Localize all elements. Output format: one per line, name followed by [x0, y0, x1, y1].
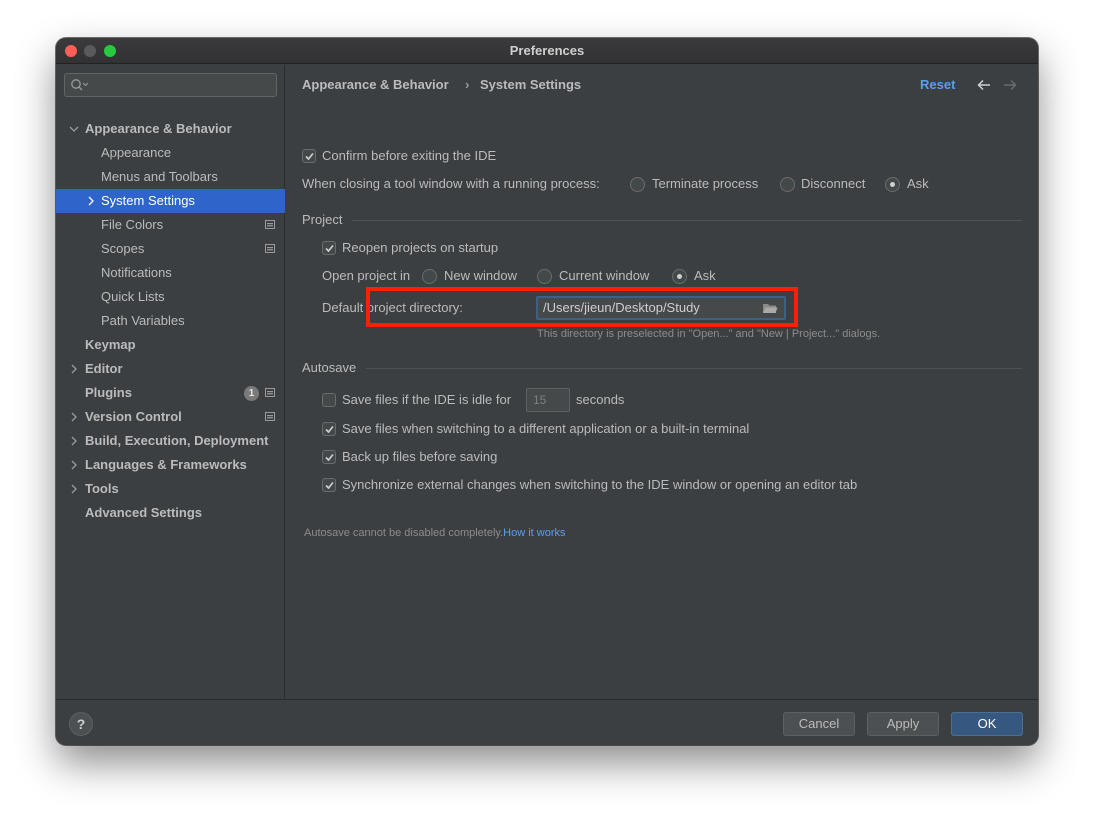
- sidebar-item-build-execution-deployment[interactable]: Build, Execution, Deployment: [56, 429, 285, 453]
- sidebar-item-plugins[interactable]: Plugins 1: [56, 381, 285, 405]
- sidebar-item-keymap[interactable]: Keymap: [56, 333, 285, 357]
- close-window-button[interactable]: [65, 45, 77, 57]
- cancel-button[interactable]: Cancel: [783, 712, 855, 736]
- seconds-label: seconds: [576, 392, 625, 407]
- how-it-works-link[interactable]: How it works: [503, 527, 565, 539]
- open-project-in-label: Open project in: [322, 268, 411, 283]
- preferences-window: Preferences Appearance & Behavior Appear…: [56, 38, 1038, 745]
- confirm-exit-label: Confirm before exiting the IDE: [322, 148, 497, 163]
- radio-ask-closing-label: Ask: [907, 176, 929, 191]
- save-switching-label: Save files when switching to a different…: [342, 421, 750, 436]
- reopen-projects-label: Reopen projects on startup: [342, 240, 499, 255]
- checkmark-icon: [325, 453, 334, 462]
- project-separator: [352, 220, 1022, 221]
- radio-new-window-label: New window: [444, 268, 517, 283]
- breadcrumb-separator: ›: [465, 77, 470, 92]
- sidebar-item-notifications[interactable]: Notifications: [56, 261, 285, 285]
- reopen-projects-checkbox[interactable]: [322, 241, 336, 255]
- settings-content: Appearance & Behavior › System Settings …: [286, 65, 1038, 699]
- save-idle-checkbox[interactable]: [322, 393, 336, 407]
- project-level-icon: [265, 412, 275, 421]
- dialog-footer: ? Cancel Apply OK: [56, 699, 1038, 745]
- project-level-icon: [265, 388, 275, 397]
- default-directory-hint: This directory is preselected in "Open..…: [537, 328, 881, 340]
- autosave-separator: [366, 368, 1022, 369]
- project-level-icon: [265, 220, 275, 229]
- chevron-down-icon: [69, 126, 79, 132]
- sidebar-item-quick-lists[interactable]: Quick Lists: [56, 285, 285, 309]
- chevron-right-icon: [71, 364, 77, 374]
- project-level-icon: [265, 244, 275, 253]
- sync-external-label: Synchronize external changes when switch…: [342, 477, 858, 492]
- chevron-right-icon: [88, 196, 94, 206]
- checkmark-icon: [325, 481, 334, 490]
- sidebar-item-system-settings[interactable]: System Settings: [56, 189, 285, 213]
- sidebar-item-appearance[interactable]: Appearance: [56, 141, 285, 165]
- confirm-exit-checkbox[interactable]: [302, 149, 316, 163]
- breadcrumb-current: System Settings: [480, 77, 582, 92]
- closing-tool-window-label: When closing a tool window with a runnin…: [302, 176, 600, 191]
- radio-current-window[interactable]: [537, 269, 552, 284]
- idle-seconds-input[interactable]: 15: [526, 388, 570, 412]
- checkmark-icon: [305, 152, 314, 161]
- save-idle-label: Save files if the IDE is idle for: [342, 392, 512, 407]
- radio-terminate-process[interactable]: [630, 177, 645, 192]
- checkmark-icon: [325, 425, 334, 434]
- highlight-box: [366, 287, 798, 327]
- plugins-update-badge: 1: [244, 386, 259, 401]
- radio-ask-open[interactable]: [672, 269, 687, 284]
- idle-seconds-value: 15: [533, 393, 547, 407]
- sidebar-item-appearance-behavior[interactable]: Appearance & Behavior: [56, 117, 285, 141]
- zoom-window-button[interactable]: [104, 45, 116, 57]
- sidebar-item-tools[interactable]: Tools: [56, 477, 285, 501]
- backup-files-checkbox[interactable]: [322, 450, 336, 464]
- chevron-right-icon: [71, 460, 77, 470]
- sidebar-item-editor[interactable]: Editor: [56, 357, 285, 381]
- forward-arrow-icon[interactable]: [1002, 78, 1018, 92]
- minimize-window-button[interactable]: [84, 45, 96, 57]
- ok-button[interactable]: OK: [951, 712, 1023, 736]
- project-section-title: Project: [302, 212, 343, 227]
- sidebar-item-menus-toolbars[interactable]: Menus and Toolbars: [56, 165, 285, 189]
- sidebar-item-scopes[interactable]: Scopes: [56, 237, 285, 261]
- checkmark-icon: [325, 244, 334, 253]
- radio-ask-closing[interactable]: [885, 177, 900, 192]
- breadcrumb-parent[interactable]: Appearance & Behavior: [302, 76, 449, 94]
- back-arrow-icon[interactable]: [976, 78, 992, 92]
- search-icon: [71, 79, 89, 91]
- save-switching-checkbox[interactable]: [322, 422, 336, 436]
- settings-sidebar: Appearance & Behavior Appearance Menus a…: [56, 65, 285, 699]
- help-button[interactable]: ?: [69, 712, 93, 736]
- chevron-right-icon: [71, 412, 77, 422]
- title-bar: Preferences: [56, 38, 1038, 64]
- radio-ask-open-label: Ask: [694, 268, 716, 283]
- radio-disconnect-label: Disconnect: [801, 176, 866, 191]
- search-input[interactable]: [64, 73, 277, 97]
- reset-link[interactable]: Reset: [920, 76, 955, 94]
- radio-terminate-process-label: Terminate process: [652, 176, 759, 191]
- sidebar-item-version-control[interactable]: Version Control: [56, 405, 285, 429]
- apply-button[interactable]: Apply: [867, 712, 939, 736]
- sync-external-checkbox[interactable]: [322, 478, 336, 492]
- sidebar-item-file-colors[interactable]: File Colors: [56, 213, 285, 237]
- sidebar-item-advanced-settings[interactable]: Advanced Settings: [56, 501, 285, 525]
- radio-new-window[interactable]: [422, 269, 437, 284]
- sidebar-item-path-variables[interactable]: Path Variables: [56, 309, 285, 333]
- autosave-section-title: Autosave: [302, 360, 357, 375]
- chevron-right-icon: [71, 436, 77, 446]
- backup-files-label: Back up files before saving: [342, 449, 498, 464]
- window-title: Preferences: [509, 43, 585, 58]
- chevron-right-icon: [71, 484, 77, 494]
- autosave-note: Autosave cannot be disabled completely.H…: [304, 527, 566, 539]
- sidebar-item-languages-frameworks[interactable]: Languages & Frameworks: [56, 453, 285, 477]
- radio-current-window-label: Current window: [559, 268, 650, 283]
- radio-disconnect[interactable]: [780, 177, 795, 192]
